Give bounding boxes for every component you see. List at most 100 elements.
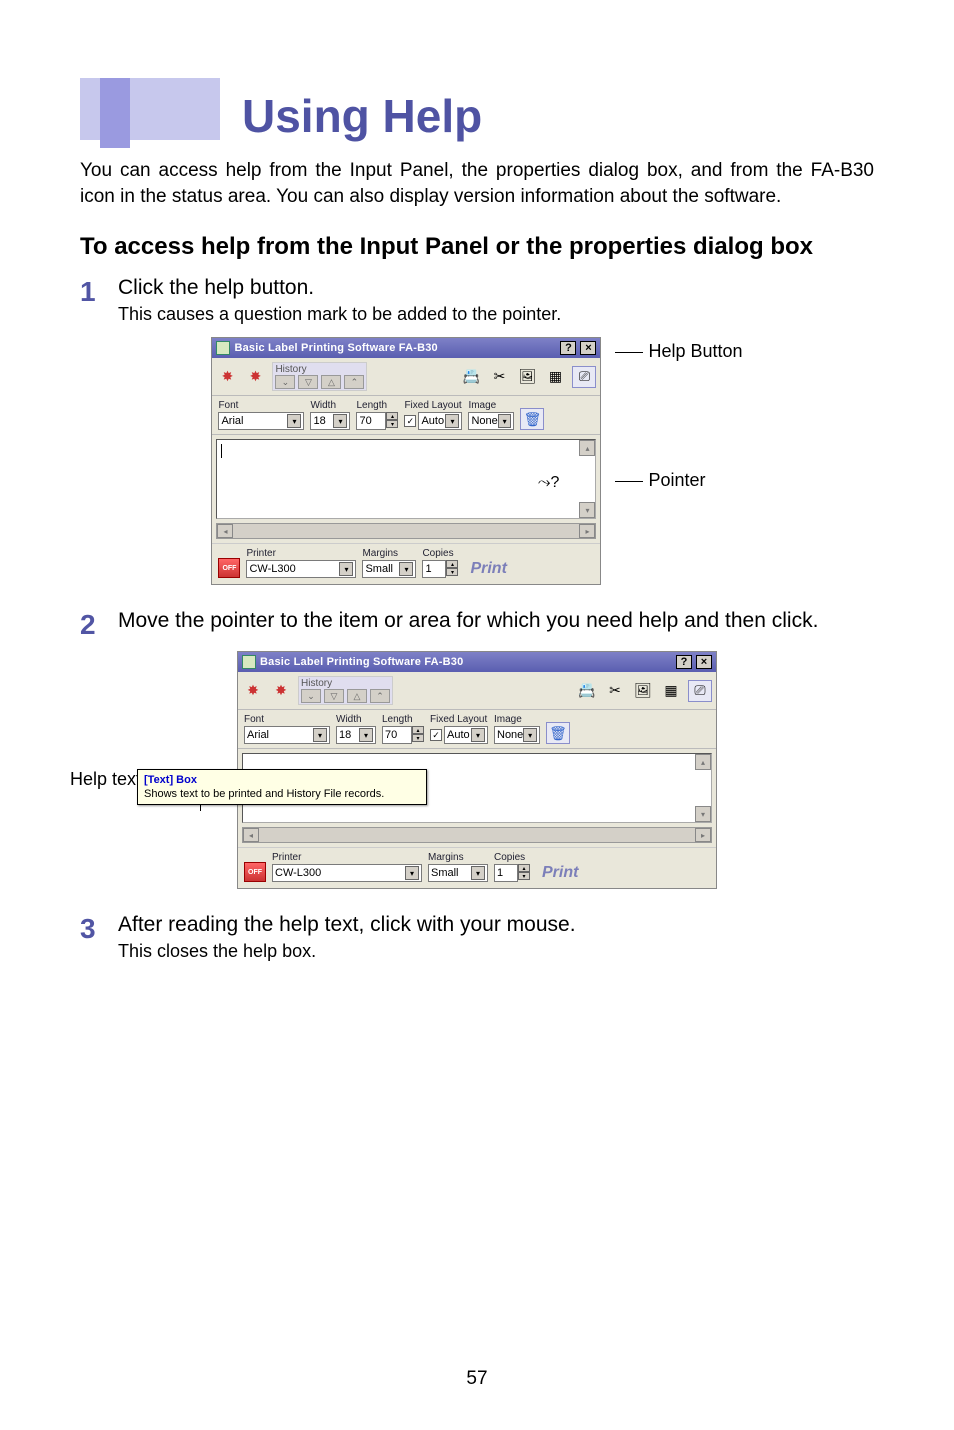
spin-down[interactable]: ▾	[412, 734, 424, 742]
length-spinner[interactable]: 70	[356, 412, 386, 430]
help-tooltip: [Text] Box Shows text to be printed and …	[137, 769, 427, 805]
copies-label: Copies	[422, 548, 458, 559]
step-instruction: Click the help button.	[118, 276, 874, 300]
margins-select[interactable]: Small▾	[428, 864, 488, 882]
scroll-left-button[interactable]: ◂	[217, 524, 233, 538]
margins-select[interactable]: Small▾	[362, 560, 416, 578]
history-nav-button[interactable]: ⌄	[275, 375, 295, 389]
printer-select[interactable]: CW-L300▾	[246, 560, 356, 578]
help-button[interactable]: ?	[560, 341, 576, 355]
spin-up[interactable]: ▴	[386, 412, 398, 420]
fixed-layout-label: Fixed Layout	[430, 714, 488, 725]
format-icon[interactable]: 📇	[576, 680, 598, 702]
chevron-down-icon: ▾	[333, 414, 347, 428]
history-nav-button[interactable]: ▽	[324, 689, 344, 703]
step-instruction: After reading the help text, click with …	[118, 913, 874, 937]
font-select[interactable]: Arial▾	[244, 726, 330, 744]
layout-select[interactable]: Auto▾	[418, 412, 462, 430]
spin-up[interactable]: ▴	[412, 726, 424, 734]
step-number: 2	[80, 609, 118, 639]
font-select[interactable]: Arial▾	[218, 412, 304, 430]
chevron-down-icon: ▾	[405, 866, 419, 880]
fixed-layout-checkbox[interactable]: ✓	[404, 415, 416, 427]
spin-up[interactable]: ▴	[518, 864, 530, 872]
length-label: Length	[356, 400, 398, 411]
step-number: 1	[80, 276, 118, 306]
fixed-layout-checkbox[interactable]: ✓	[430, 729, 442, 741]
history-nav-button[interactable]: △	[321, 375, 341, 389]
scroll-up-button[interactable]: ▴	[579, 440, 595, 456]
history-nav-button[interactable]: ⌃	[370, 689, 390, 703]
tool-icon[interactable]: ✸	[244, 366, 266, 388]
spin-down[interactable]: ▾	[446, 568, 458, 576]
chevron-down-icon: ▾	[399, 562, 413, 576]
history-nav-button[interactable]: ⌄	[301, 689, 321, 703]
tool-icon[interactable]: ✸	[270, 680, 292, 702]
help-button[interactable]: ?	[676, 655, 692, 669]
settings-icon[interactable]: ▦	[544, 366, 566, 388]
tool-icon[interactable]: ✸	[216, 366, 238, 388]
text-input-area[interactable]: ▴ ▾ ⤳?	[216, 439, 596, 519]
page-title: Using Help	[242, 92, 482, 140]
off-indicator-icon[interactable]: OFF	[244, 862, 266, 882]
format-icon[interactable]: 📇	[460, 366, 482, 388]
properties-row: Font Arial▾ Width 18▾ Length 70▴▾ Fixed …	[238, 710, 716, 749]
print-button[interactable]: Print	[464, 560, 512, 578]
chevron-down-icon: ▾	[313, 728, 327, 742]
close-button[interactable]: ×	[580, 341, 596, 355]
window-title: Basic Label Printing Software FA-B30	[234, 342, 556, 354]
printer-label: Printer	[246, 548, 356, 559]
layout-select[interactable]: Auto▾	[444, 726, 488, 744]
off-indicator-icon[interactable]: OFF	[218, 558, 240, 578]
history-group: History ⌄ ▽ △ ⌃	[298, 676, 393, 705]
margins-label: Margins	[362, 548, 416, 559]
copies-spinner[interactable]: 1	[494, 864, 518, 882]
image-select[interactable]: None▾	[468, 412, 514, 430]
close-button[interactable]: ×	[696, 655, 712, 669]
spin-down[interactable]: ▾	[518, 872, 530, 880]
margins-label: Margins	[428, 852, 488, 863]
history-label: History	[275, 364, 306, 375]
options-button[interactable]: ⎚	[688, 680, 712, 702]
cut-icon[interactable]: ✂	[604, 680, 626, 702]
scroll-down-button[interactable]: ▾	[579, 502, 595, 518]
scroll-right-button[interactable]: ▸	[579, 524, 595, 538]
figure-1: Basic Label Printing Software FA-B30 ? ×…	[80, 337, 874, 585]
image-select[interactable]: None▾	[494, 726, 540, 744]
history-nav-button[interactable]: ⌃	[344, 375, 364, 389]
tooltip-body: Shows text to be printed and History Fil…	[144, 788, 420, 800]
settings-icon[interactable]: ▦	[660, 680, 682, 702]
image-icon[interactable]: 🖼	[516, 366, 538, 388]
horizontal-scrollbar[interactable]: ◂ ▸	[216, 523, 596, 539]
tool-icon[interactable]: ✸	[242, 680, 264, 702]
spin-up[interactable]: ▴	[446, 560, 458, 568]
options-button[interactable]: ⎚	[572, 366, 596, 388]
trash-button[interactable]: 🗑	[546, 722, 570, 744]
width-select[interactable]: 18▾	[310, 412, 350, 430]
width-select[interactable]: 18▾	[336, 726, 376, 744]
scroll-right-button[interactable]: ▸	[695, 828, 711, 842]
cut-icon[interactable]: ✂	[488, 366, 510, 388]
font-label: Font	[218, 400, 304, 411]
toolbar: ✸ ✸ History ⌄ ▽ △ ⌃ 📇 ✂ 🖼	[212, 358, 600, 396]
printer-select[interactable]: CW-L300▾	[272, 864, 422, 882]
copies-spinner[interactable]: 1	[422, 560, 446, 578]
history-nav-button[interactable]: △	[347, 689, 367, 703]
step-3: 3 After reading the help text, click wit…	[80, 913, 874, 962]
spin-down[interactable]: ▾	[386, 420, 398, 428]
width-label: Width	[336, 714, 376, 725]
scroll-up-button[interactable]: ▴	[695, 754, 711, 770]
length-spinner[interactable]: 70	[382, 726, 412, 744]
horizontal-scrollbar[interactable]: ◂ ▸	[242, 827, 712, 843]
tooltip-title: [Text] Box	[144, 774, 420, 786]
image-icon[interactable]: 🖼	[632, 680, 654, 702]
trash-button[interactable]: 🗑	[520, 408, 544, 430]
toolbar: ✸ ✸ History ⌄ ▽ △ ⌃ 📇 ✂ 🖼	[238, 672, 716, 710]
print-button[interactable]: Print	[536, 864, 584, 882]
scroll-left-button[interactable]: ◂	[243, 828, 259, 842]
history-nav-button[interactable]: ▽	[298, 375, 318, 389]
scroll-down-button[interactable]: ▾	[695, 806, 711, 822]
app-icon	[216, 341, 230, 355]
chevron-down-icon: ▾	[339, 562, 353, 576]
heading-row: Using Help	[80, 78, 874, 140]
